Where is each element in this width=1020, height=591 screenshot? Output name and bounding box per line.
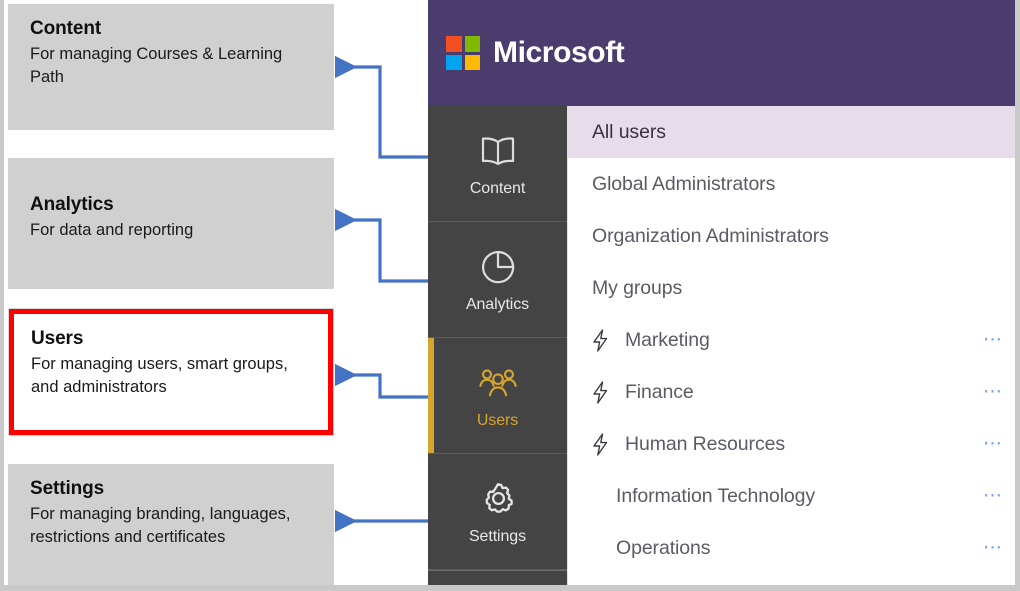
- active-accent-bar: [428, 338, 434, 453]
- annotation-box-users: Users For managing users, smart groups, …: [8, 308, 334, 436]
- application-window: Microsoft Content Analytics Users Settin…: [428, 0, 1020, 591]
- rail-item-users[interactable]: Users: [428, 338, 567, 454]
- list-item-marketing[interactable]: Marketing ⋯: [568, 314, 1020, 366]
- annotation-title: Analytics: [30, 194, 114, 215]
- annotation-description: For managing Courses & Learning Path: [30, 45, 283, 87]
- list-item-label: All users: [592, 120, 666, 143]
- list-item-label: Operations: [616, 536, 711, 559]
- list-item-operations[interactable]: Operations ⋯: [568, 522, 1020, 574]
- list-item-organization-administrators[interactable]: Organization Administrators: [568, 210, 1020, 262]
- gear-icon: [477, 478, 519, 520]
- list-item-label: Information Technology: [616, 484, 816, 507]
- rail-item-analytics[interactable]: Analytics: [428, 222, 567, 338]
- more-options-icon[interactable]: ⋯: [983, 383, 1004, 402]
- arrow-to-content: [334, 55, 428, 159]
- arrow-to-analytics: [334, 208, 428, 283]
- annotation-description: For managing users, smart groups, and ad…: [31, 355, 288, 397]
- annotation-description: For data and reporting: [30, 221, 194, 239]
- active-accent-bar: [428, 454, 434, 569]
- pie-chart-icon: [477, 246, 519, 288]
- list-item-label: Organization Administrators: [592, 224, 829, 247]
- lightning-bolt-icon: [592, 380, 625, 404]
- list-item-human-resources[interactable]: Human Resources ⋯: [568, 418, 1020, 470]
- annotation-title: Settings: [30, 478, 105, 499]
- rail-item-settings[interactable]: Settings: [428, 454, 567, 570]
- list-item-my-groups[interactable]: My groups: [568, 262, 1020, 314]
- rail-item-label: Users: [476, 411, 519, 429]
- lightning-bolt-icon: [592, 432, 625, 456]
- annotation-title: Users: [31, 328, 84, 349]
- more-options-icon[interactable]: ⋯: [983, 435, 1004, 454]
- more-options-icon[interactable]: ⋯: [983, 539, 1004, 558]
- annotation-title: Content: [30, 18, 102, 39]
- active-accent-bar: [428, 106, 434, 221]
- more-options-icon[interactable]: ⋯: [983, 487, 1004, 506]
- brand-header: Microsoft: [428, 0, 1020, 106]
- microsoft-logo: [446, 36, 480, 70]
- list-item-global-administrators[interactable]: Global Administrators: [568, 158, 1020, 210]
- list-item-label: Human Resources: [625, 432, 785, 455]
- brand-name: Microsoft: [493, 36, 625, 69]
- primary-nav-rail: Content Analytics Users Settings: [428, 106, 567, 591]
- annotation-description: For managing branding, languages, restri…: [30, 505, 291, 547]
- list-item-label: Global Administrators: [592, 172, 776, 195]
- book-icon: [477, 130, 519, 172]
- bottom-edge-strip: [0, 585, 1020, 591]
- lightning-bolt-icon: [592, 328, 625, 352]
- active-accent-bar: [428, 222, 434, 337]
- rail-item-label: Content: [469, 179, 526, 197]
- people-icon: [477, 362, 519, 404]
- more-options-icon[interactable]: ⋯: [983, 331, 1004, 350]
- users-group-list: All users Global Administrators Organiza…: [567, 106, 1020, 591]
- list-item-label: My groups: [592, 276, 683, 299]
- screenshot-root: Content For managing Courses & Learning …: [0, 0, 1020, 591]
- list-item-all-users[interactable]: All users: [568, 106, 1020, 158]
- arrow-connectors: [334, 55, 428, 533]
- annotation-column: Content For managing Courses & Learning …: [0, 0, 334, 591]
- rail-item-label: Settings: [468, 527, 526, 545]
- rail-item-content[interactable]: Content: [428, 106, 567, 222]
- list-item-label: Marketing: [625, 328, 710, 351]
- annotation-box-settings: Settings For managing branding, language…: [8, 464, 334, 587]
- list-item-information-technology[interactable]: Information Technology ⋯: [568, 470, 1020, 522]
- rail-item-label: Analytics: [465, 295, 530, 313]
- list-item-label: Finance: [625, 380, 694, 403]
- list-item-finance[interactable]: Finance ⋯: [568, 366, 1020, 418]
- arrow-to-users: [334, 363, 428, 399]
- right-edge-strip: [1015, 0, 1020, 591]
- annotation-box-analytics: Analytics For data and reporting: [8, 158, 334, 289]
- annotation-box-content: Content For managing Courses & Learning …: [8, 4, 334, 130]
